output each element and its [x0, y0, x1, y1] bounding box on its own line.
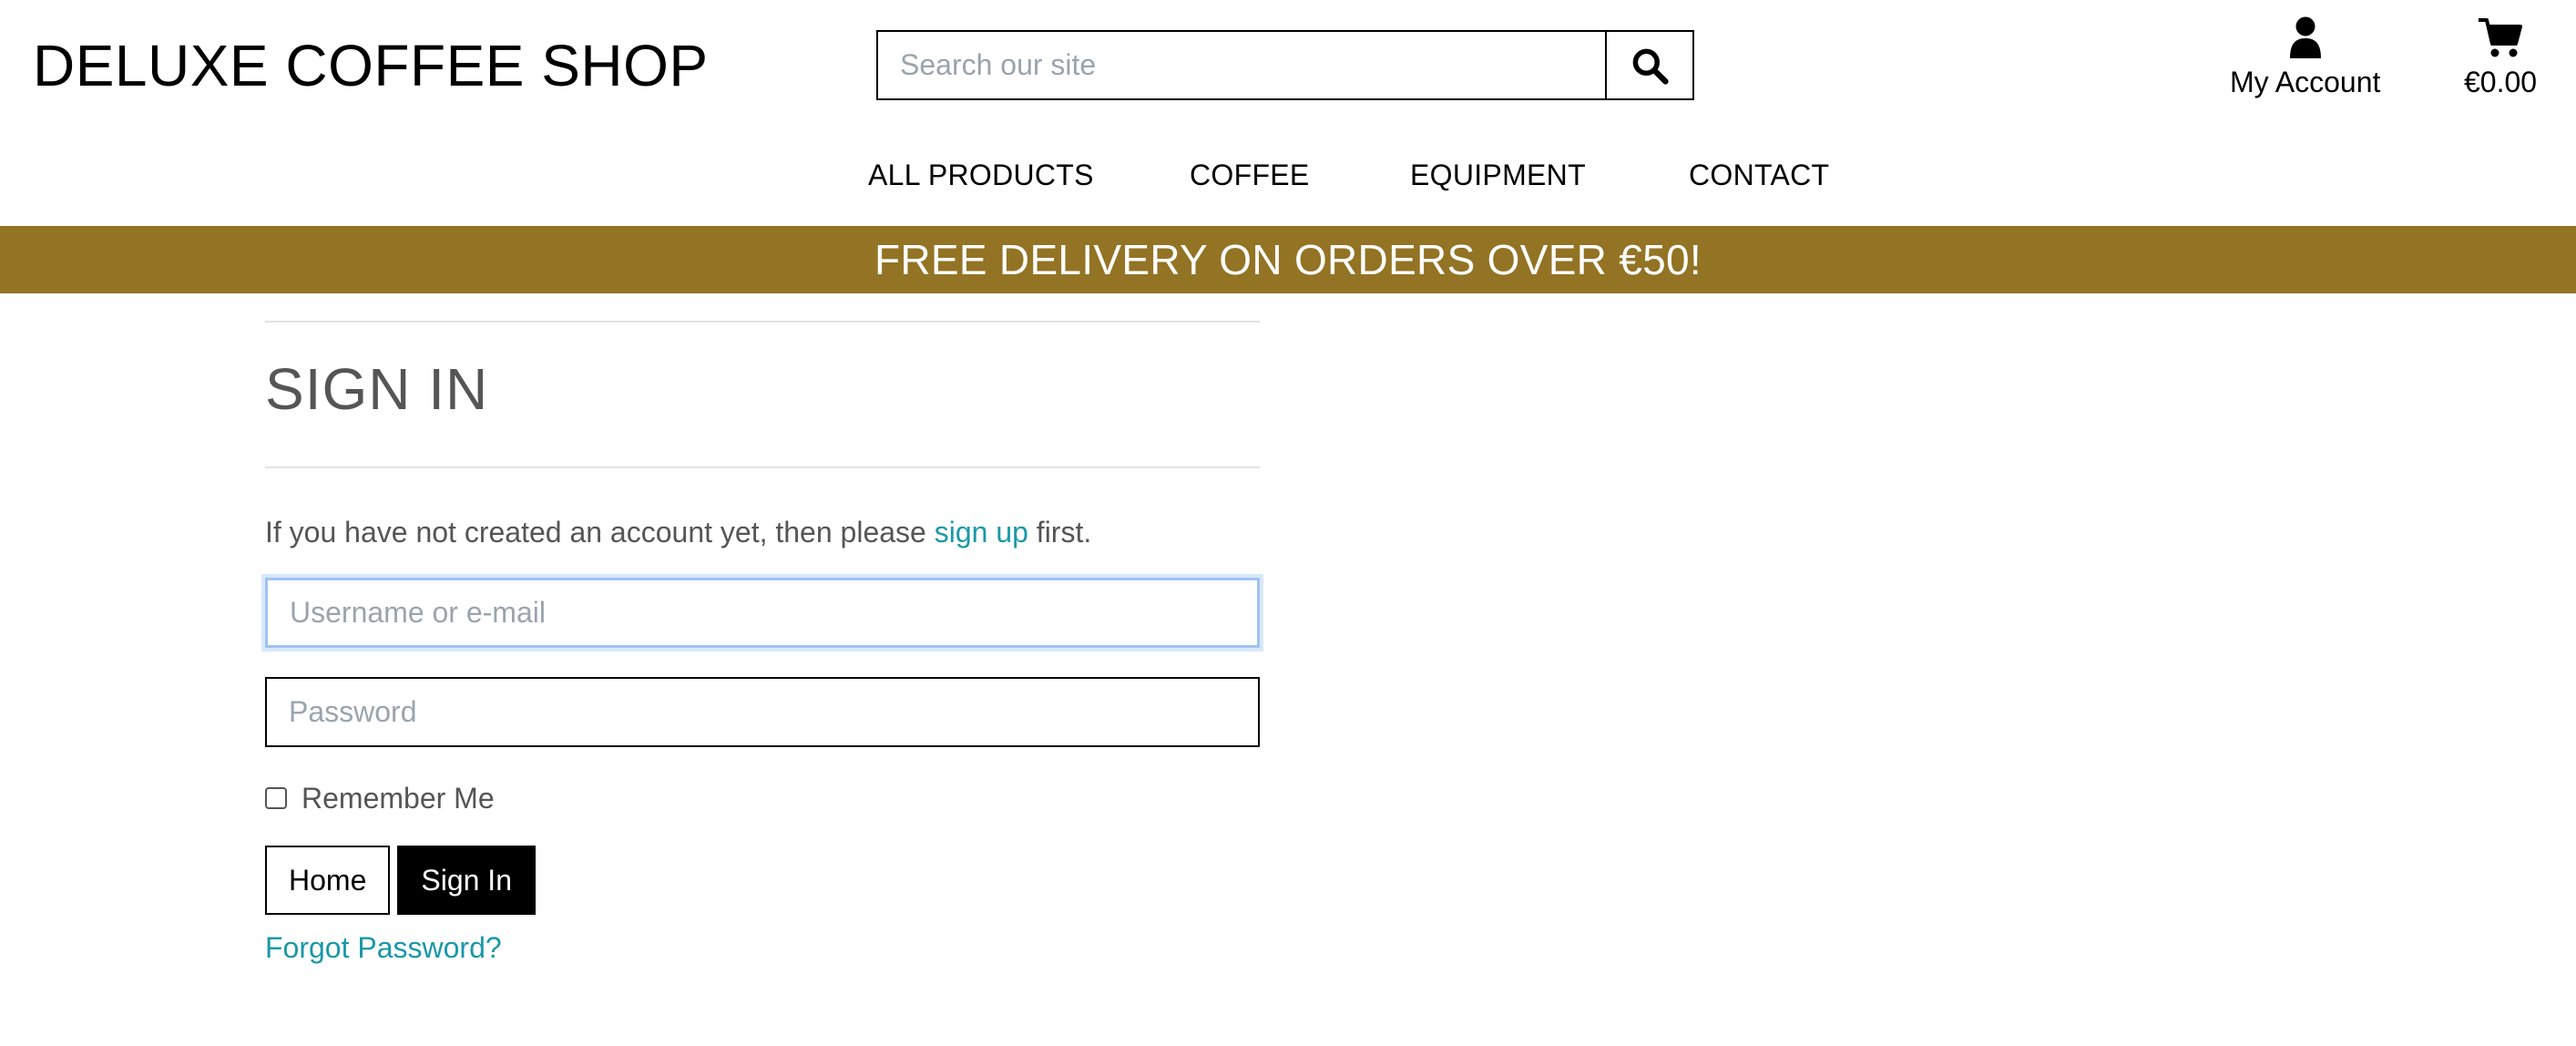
page: DELUXE COFFEE SHOP My Account €0.00 ALL … — [0, 0, 2576, 1046]
remember-me-row: Remember Me — [265, 780, 1260, 816]
signup-prompt-before: If you have not created an account yet, … — [265, 516, 935, 549]
search-input[interactable] — [876, 30, 1605, 100]
page-title: SIGN IN — [265, 356, 489, 422]
search-icon — [1632, 48, 1669, 85]
username-field[interactable] — [265, 578, 1260, 648]
signup-prompt-after: first. — [1027, 516, 1092, 549]
title-divider — [265, 467, 1260, 468]
promo-banner-text: FREE DELIVERY ON ORDERS OVER €50! — [874, 236, 1702, 283]
search-button[interactable] — [1605, 30, 1694, 100]
promo-banner: FREE DELIVERY ON ORDERS OVER €50! — [0, 226, 2576, 293]
form-actions: Home Sign In — [265, 846, 1260, 915]
my-account-label: My Account — [2230, 66, 2381, 98]
password-field[interactable] — [265, 677, 1260, 747]
search-form — [876, 30, 1694, 100]
sign-up-link[interactable]: sign up — [935, 516, 1028, 549]
brand-logo[interactable]: DELUXE COFFEE SHOP — [33, 31, 709, 100]
my-account-link[interactable]: My Account — [2230, 16, 2380, 100]
nav-equipment[interactable]: EQUIPMENT — [1410, 155, 1586, 195]
signin-section: SIGN IN If you have not created an accou… — [265, 321, 1260, 966]
cart-total: €0.00 — [2464, 66, 2538, 98]
cart-icon — [2479, 18, 2523, 57]
signup-prompt: If you have not created an account yet, … — [265, 514, 1260, 550]
cart-link[interactable]: €0.00 — [2464, 16, 2537, 100]
nav-all-products[interactable]: ALL PRODUCTS — [868, 155, 1094, 195]
user-icon — [2289, 16, 2321, 58]
remember-me-label[interactable]: Remember Me — [302, 780, 495, 816]
main-nav: ALL PRODUCTS COFFEE EQUIPMENT CONTACT — [0, 155, 2576, 195]
forgot-password-link[interactable]: Forgot Password? — [265, 929, 1260, 966]
remember-me-checkbox[interactable] — [265, 787, 287, 809]
sign-in-button[interactable]: Sign In — [397, 846, 536, 915]
top-divider — [265, 321, 1260, 323]
nav-coffee[interactable]: COFFEE — [1190, 155, 1310, 195]
nav-contact[interactable]: CONTACT — [1689, 155, 1829, 195]
home-button[interactable]: Home — [265, 846, 391, 915]
